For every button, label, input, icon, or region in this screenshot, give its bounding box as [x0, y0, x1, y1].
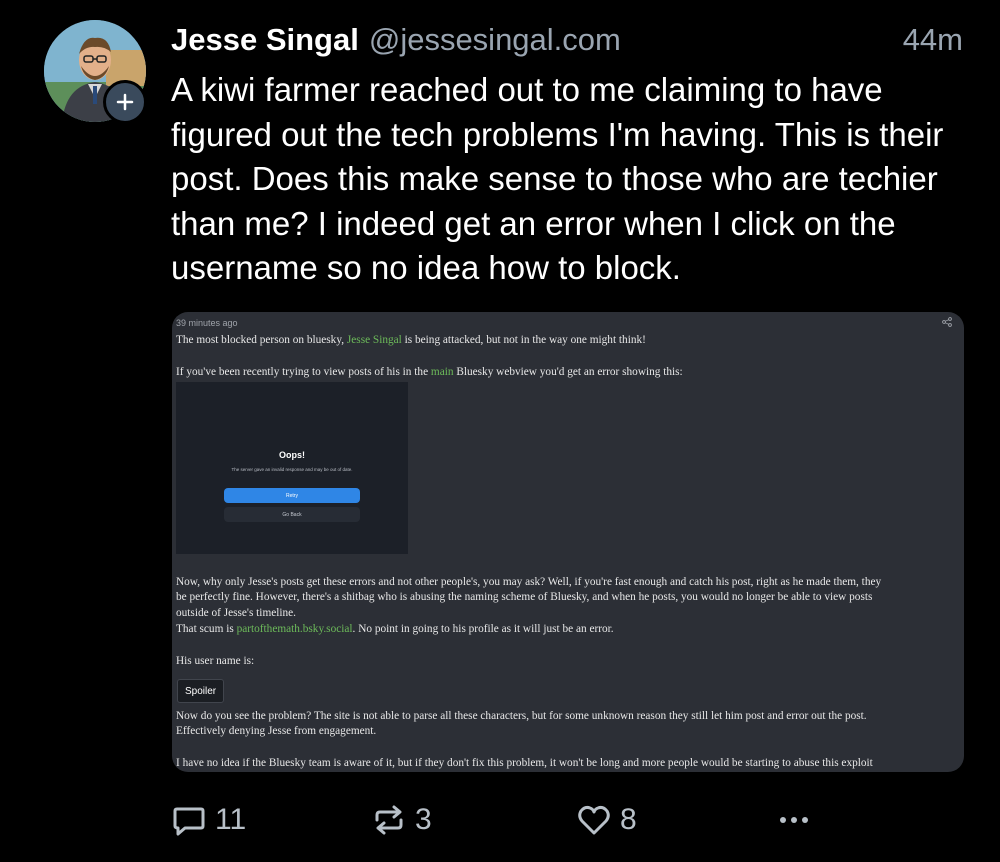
- post-text: A kiwi farmer reached out to me claiming…: [171, 71, 944, 286]
- repost-icon: [375, 805, 403, 835]
- embed-paragraph-5: His user name is:: [176, 655, 255, 667]
- repost-button[interactable]: 3: [371, 795, 432, 845]
- embed-link-main[interactable]: main: [431, 366, 454, 378]
- embed-link-jesse[interactable]: Jesse Singal: [347, 334, 402, 346]
- post-header: Jesse Singal @jessesingal.com 44m: [171, 22, 966, 66]
- reply-icon: [173, 807, 205, 836]
- error-title: Oops!: [279, 450, 305, 460]
- embedded-screenshot[interactable]: 39 minutes ago The most blocked person o…: [172, 312, 964, 772]
- repost-count: 3: [415, 803, 432, 836]
- embed-timestamp: 39 minutes ago: [176, 318, 238, 328]
- embed-paragraph-3-line-3: outside of Jesse's timeline.: [176, 607, 297, 619]
- share-icon: [942, 317, 952, 327]
- more-options-button[interactable]: [776, 795, 812, 845]
- author-handle[interactable]: @jessesingal.com: [369, 22, 621, 58]
- reply-button[interactable]: 11: [171, 795, 246, 845]
- go-back-button: Go Back: [224, 507, 360, 522]
- post-actions: 11 3 8: [171, 795, 971, 845]
- embed-paragraph-3-line-2: be perfectly fine. However, there's a sh…: [176, 591, 873, 603]
- spoiler-button[interactable]: Spoiler: [177, 679, 225, 703]
- embed-paragraph-1: The most blocked person on bluesky, Jess…: [176, 334, 646, 346]
- post-timestamp[interactable]: 44m: [903, 22, 963, 58]
- embed-paragraph-6-line-2: Effectively denying Jesse from engagemen…: [176, 725, 377, 737]
- like-count: 8: [620, 803, 637, 836]
- embed-link-handle[interactable]: partofthemath.bsky.social: [237, 623, 353, 635]
- plus-icon: [116, 93, 134, 111]
- embed-paragraph-2: If you've been recently trying to view p…: [176, 366, 683, 378]
- embed-paragraph-6-line-1: Now do you see the problem? The site is …: [176, 710, 867, 722]
- error-screenshot: Oops! The server gave an invalid respons…: [176, 382, 408, 554]
- heart-icon: [578, 805, 610, 835]
- retry-button: Retry: [224, 488, 360, 503]
- more-icon: [780, 817, 808, 823]
- embed-paragraph-4: That scum is partofthemath.bsky.social. …: [176, 623, 614, 635]
- reply-count: 11: [215, 803, 247, 836]
- error-message: The server gave an invalid response and …: [231, 467, 353, 472]
- author-name[interactable]: Jesse Singal: [171, 22, 359, 58]
- embed-paragraph-3-line-1: Now, why only Jesse's posts get these er…: [176, 576, 882, 588]
- like-button[interactable]: 8: [576, 795, 637, 845]
- follow-button[interactable]: [103, 80, 147, 124]
- embed-paragraph-7: I have no idea if the Bluesky team is aw…: [176, 757, 873, 769]
